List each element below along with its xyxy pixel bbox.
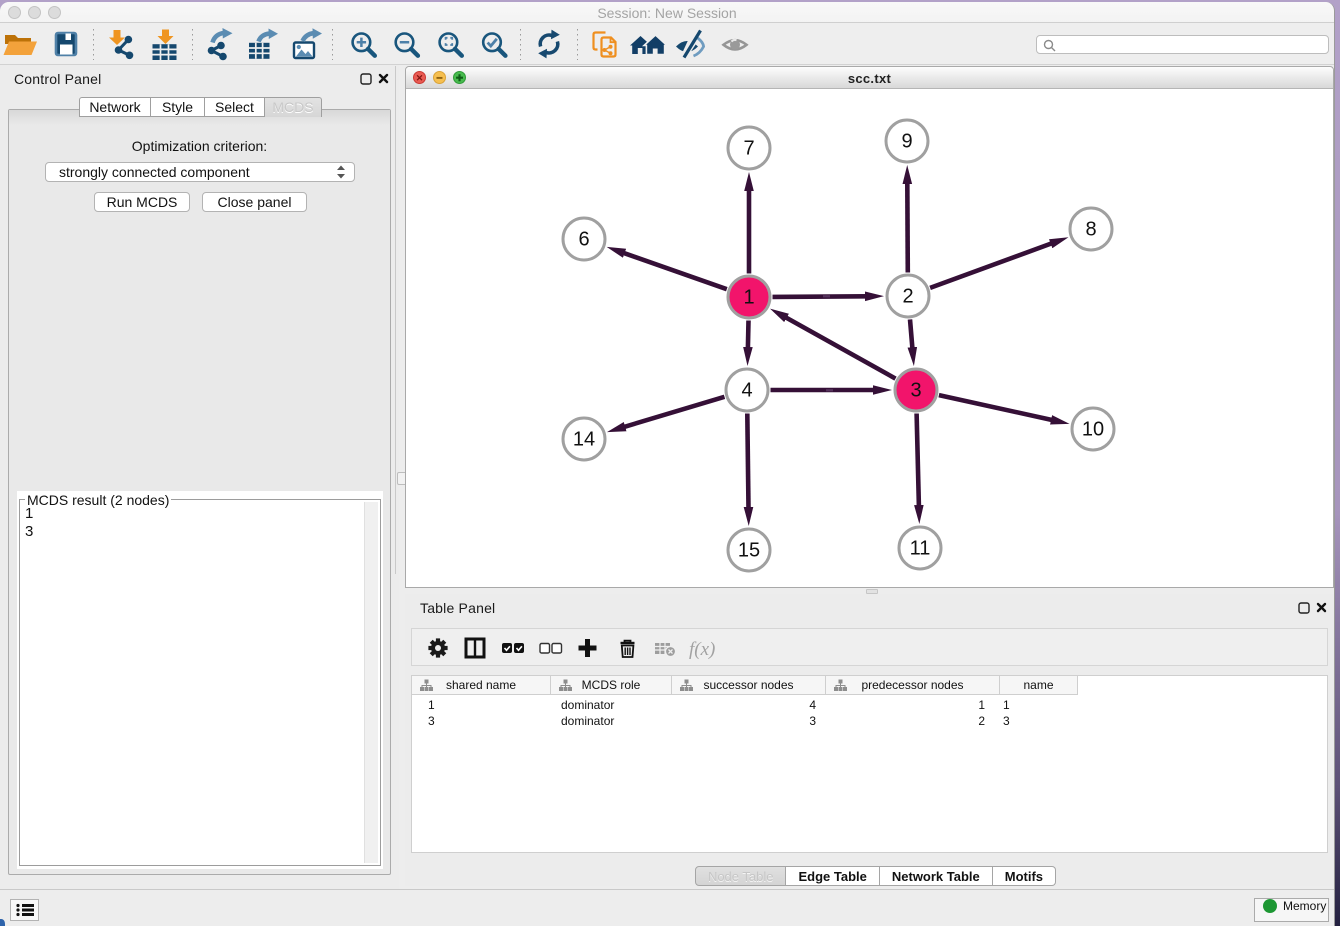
svg-text:6: 6 [578, 229, 589, 251]
svg-text:7: 7 [743, 138, 754, 160]
svg-text:11: 11 [910, 538, 931, 560]
svg-text:8: 8 [1085, 219, 1096, 241]
svg-text:3: 3 [910, 380, 921, 402]
svg-text:10: 10 [1082, 419, 1104, 441]
svg-text:2: 2 [902, 286, 913, 308]
svg-text:15: 15 [738, 540, 760, 562]
svg-text:4: 4 [741, 380, 752, 402]
svg-text:f(x): f(x) [689, 639, 715, 660]
svg-text:1: 1 [743, 287, 754, 309]
svg-text:9: 9 [901, 131, 912, 153]
svg-text:14: 14 [573, 429, 595, 451]
